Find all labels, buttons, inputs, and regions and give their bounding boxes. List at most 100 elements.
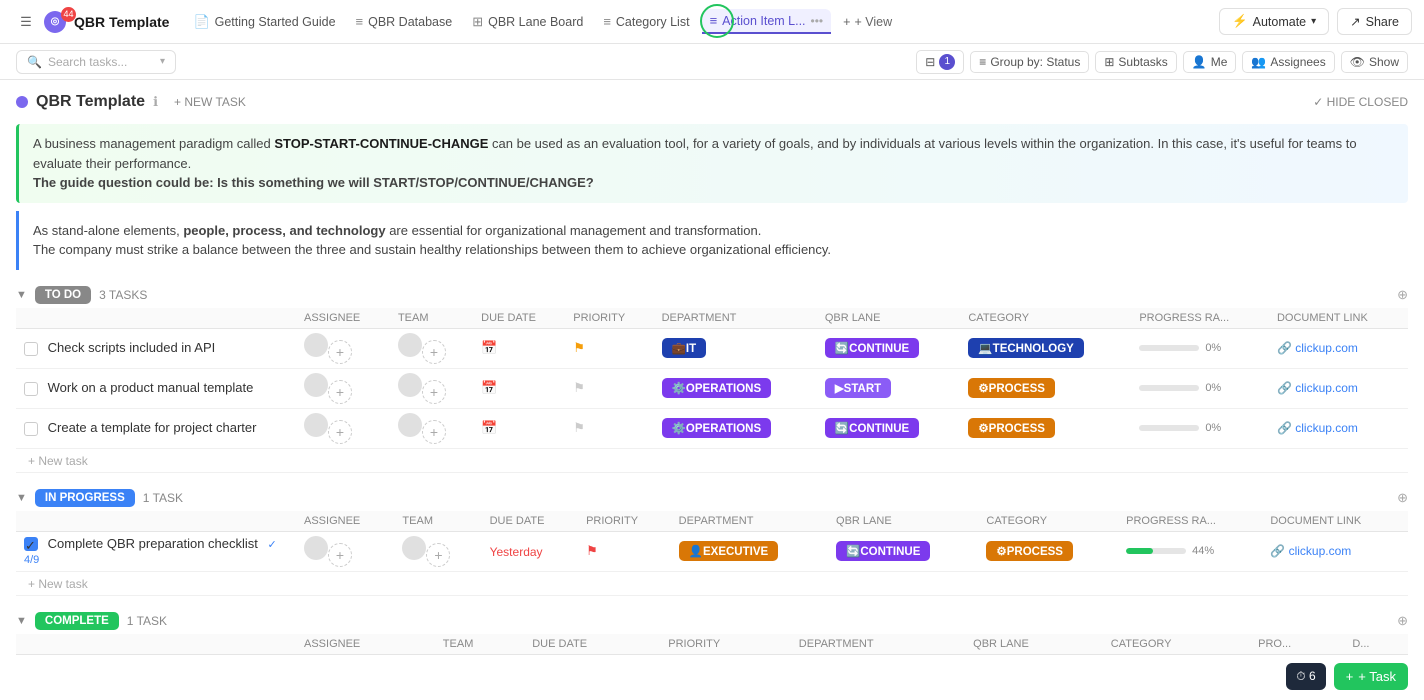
col-department: DEPARTMENT	[791, 634, 965, 655]
add-task-button[interactable]: + New task	[24, 575, 92, 593]
menu-icon[interactable]: ☰	[12, 8, 40, 36]
priority-flag: ⚑	[573, 340, 585, 355]
doc-link[interactable]: 🔗 clickup.com	[1277, 381, 1400, 395]
assignees-button[interactable]: 👥 Assignees	[1242, 51, 1334, 73]
doc-link[interactable]: 🔗 clickup.com	[1277, 341, 1400, 355]
tab-category-list[interactable]: ≡ Category List	[595, 10, 697, 33]
search-box[interactable]: 🔍 Search tasks... ▾	[16, 50, 176, 74]
todo-chevron[interactable]: ▼	[16, 289, 27, 301]
plus-icon: +	[1346, 669, 1354, 684]
lane-badge: 🔄CONTINUE	[825, 418, 919, 438]
col-department: DEPARTMENT	[654, 308, 817, 329]
add-task-button[interactable]: + New task	[24, 452, 92, 470]
subtasks-button[interactable]: ⊞ Subtasks	[1095, 51, 1176, 73]
assignee-add-button[interactable]: +	[328, 543, 352, 567]
tab-getting-started[interactable]: 📄 Getting Started Guide	[185, 10, 343, 34]
todo-status-badge: TO DO	[35, 286, 91, 304]
task-checkbox[interactable]	[24, 382, 38, 396]
hide-closed-button[interactable]: ✓ HIDE CLOSED	[1313, 95, 1408, 109]
col-team: TEAM	[435, 634, 524, 655]
assignee-avatar	[304, 373, 328, 397]
complete-chevron[interactable]: ▼	[16, 615, 27, 627]
group-complete-header: ▼ COMPLETE 1 TASK ⊕	[16, 612, 1408, 630]
progress-bar-bg	[1126, 548, 1186, 554]
task-name[interactable]: Complete QBR preparation checklist	[48, 536, 258, 551]
me-button[interactable]: 👤 Me	[1183, 51, 1237, 73]
lane-badge: ▶START	[825, 378, 891, 398]
share-icon: ↗	[1350, 14, 1360, 29]
dropdown-icon[interactable]: ▾	[160, 56, 165, 67]
doc-link[interactable]: 🔗 clickup.com	[1277, 421, 1400, 435]
group-inprogress: ▼ IN PROGRESS 1 TASK ⊕ ASSIGNEE TEAM DUE…	[16, 489, 1408, 596]
complete-add-col[interactable]: ⊕	[1397, 613, 1408, 629]
tab-icon-board: ⊞	[472, 14, 483, 30]
todo-add-col[interactable]: ⊕	[1397, 287, 1408, 303]
new-task-button[interactable]: + NEW TASK	[166, 92, 254, 112]
inprogress-add-col[interactable]: ⊕	[1397, 490, 1408, 506]
show-icon: 👁	[1350, 55, 1365, 69]
assignee-avatar	[304, 536, 328, 560]
share-button[interactable]: ↗ Share	[1337, 8, 1412, 35]
progress-bar-bg	[1139, 425, 1199, 431]
group-by-label: Group by: Status	[990, 55, 1080, 69]
inprogress-count: 1 TASK	[143, 491, 183, 505]
app-title: QBR Template	[74, 14, 169, 30]
automate-button[interactable]: ⚡ Automate ▾	[1219, 8, 1329, 35]
filter-button[interactable]: ⊟ 1	[916, 50, 964, 74]
share-label: Share	[1366, 15, 1399, 29]
team-add-button[interactable]: +	[422, 380, 446, 404]
tab-label: Category List	[616, 15, 690, 29]
progress-bar-bg	[1139, 345, 1199, 351]
main-content: QBR Template ℹ + NEW TASK ✓ HIDE CLOSED …	[0, 80, 1424, 700]
assignee-add-button[interactable]: +	[328, 420, 352, 444]
task-name[interactable]: Create a template for project charter	[48, 420, 257, 435]
show-button[interactable]: 👁 Show	[1341, 51, 1408, 73]
col-doc-link: DOCUMENT LINK	[1262, 511, 1408, 532]
col-assignee: ASSIGNEE	[296, 511, 394, 532]
description-block-2: As stand-alone elements, people, process…	[16, 211, 1408, 270]
assignee-add-button[interactable]: +	[328, 340, 352, 364]
desc-text-4: are essential for organizational managem…	[386, 223, 762, 238]
team-add-button[interactable]: +	[426, 543, 450, 567]
assignees-icon: 👥	[1251, 55, 1266, 69]
col-category: CATEGORY	[978, 511, 1118, 532]
assignee-avatar	[304, 413, 328, 437]
col-due-date: DUE DATE	[524, 634, 660, 655]
task-checkbox[interactable]	[24, 422, 38, 436]
team-add-button[interactable]: +	[422, 420, 446, 444]
add-task-bottom-button[interactable]: + + Task	[1334, 663, 1408, 690]
tab-qbr-database[interactable]: ≡ QBR Database	[348, 10, 461, 33]
complete-table: ASSIGNEE TEAM DUE DATE PRIORITY DEPARTME…	[16, 634, 1408, 655]
team-add-button[interactable]: +	[422, 340, 446, 364]
automate-icon: ⚡	[1232, 14, 1248, 29]
group-icon: ≡	[979, 55, 986, 69]
progress-text: 0%	[1205, 342, 1221, 354]
lane-badge: 🔄CONTINUE	[836, 541, 930, 561]
doc-link[interactable]: 🔗 clickup.com	[1270, 544, 1400, 558]
assignee-add-button[interactable]: +	[328, 380, 352, 404]
info-icon[interactable]: ℹ	[153, 94, 158, 110]
task-checkbox[interactable]	[24, 342, 38, 356]
team-avatar	[398, 333, 422, 357]
task-name[interactable]: Check scripts included in API	[48, 340, 216, 355]
col-progress: PROGRESS RA...	[1131, 308, 1269, 329]
task-btn-label: + Task	[1358, 669, 1396, 684]
table-row: Work on a product manual template + + 📅 …	[16, 368, 1408, 408]
tab-action-item[interactable]: ≡ Action Item L... •••	[702, 9, 832, 34]
cat-badge: 💻TECHNOLOGY	[968, 338, 1083, 358]
assignee-avatar	[304, 333, 328, 357]
timer-count: 6	[1309, 669, 1316, 683]
filter-count: 1	[939, 54, 955, 70]
project-title: QBR Template	[36, 93, 145, 111]
tab-qbr-lane-board[interactable]: ⊞ QBR Lane Board	[464, 10, 591, 34]
task-name[interactable]: Work on a product manual template	[48, 380, 254, 395]
inprogress-chevron[interactable]: ▼	[16, 492, 27, 504]
tab-more-icon[interactable]: •••	[811, 14, 824, 28]
task-checkbox[interactable]: ✓	[24, 537, 38, 551]
add-view-label: + View	[854, 15, 892, 29]
timer-button[interactable]: ⏱ 6	[1286, 663, 1325, 690]
inprogress-table: ASSIGNEE TEAM DUE DATE PRIORITY DEPARTME…	[16, 511, 1408, 596]
table-row: Create a template for project charter + …	[16, 408, 1408, 448]
add-view-button[interactable]: + + View	[835, 11, 900, 33]
group-by-button[interactable]: ≡ Group by: Status	[970, 51, 1089, 73]
